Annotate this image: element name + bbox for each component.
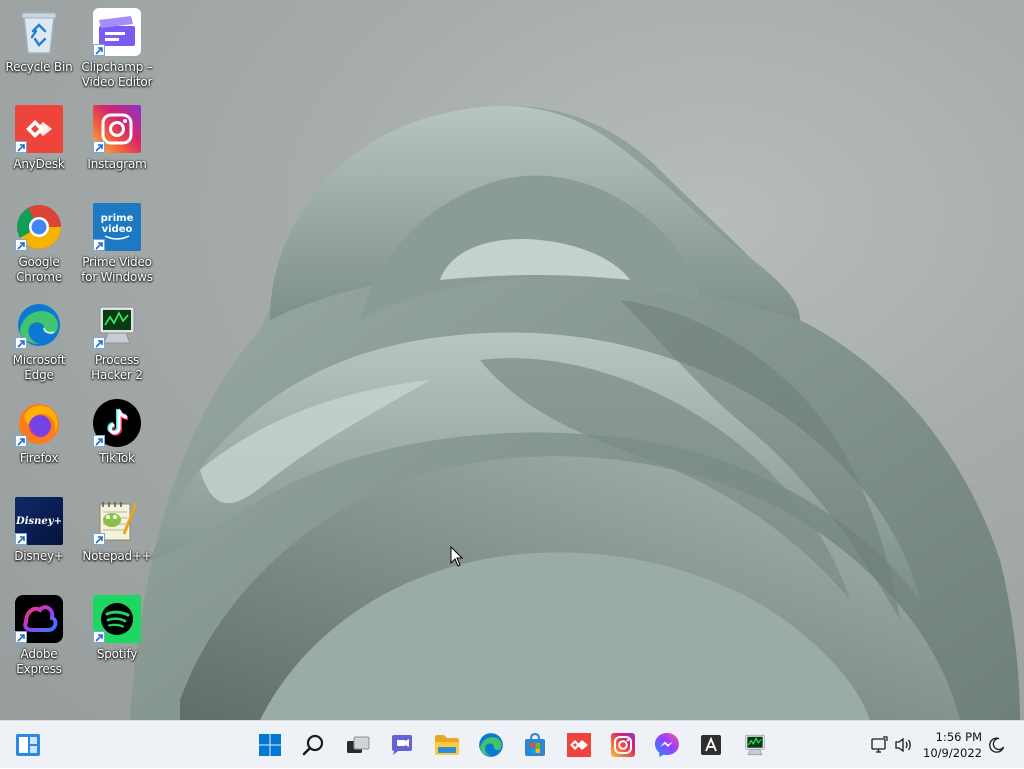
edge-icon <box>15 301 63 349</box>
instagram-icon <box>93 105 141 153</box>
task-view-icon <box>347 736 370 753</box>
speaker-icon <box>895 737 911 753</box>
desktop-icon-label: Process Hacker 2 <box>91 353 143 382</box>
widgets-button[interactable] <box>12 729 44 761</box>
desktop-icon-label: Recycle Bin <box>5 60 73 74</box>
task-view-button[interactable] <box>342 729 374 761</box>
desktop-icon-label: Notepad++ <box>82 549 152 563</box>
desktop-icon-label: Clipchamp – Video Editor <box>81 60 153 89</box>
clock[interactable]: 1:56 PM 10/9/2022 <box>912 729 982 761</box>
focus-assist-button[interactable] <box>986 729 1008 761</box>
disney-plus-icon: Disney+ <box>15 497 63 545</box>
desktop-icon-adobe-express[interactable]: Adobe Express <box>1 595 77 677</box>
shortcut-arrow-icon <box>15 435 27 447</box>
process-hacker-taskbar-button[interactable] <box>739 729 771 761</box>
shortcut-arrow-icon <box>15 533 27 545</box>
anydesk-taskbar-button[interactable] <box>563 729 595 761</box>
desktop-icon-label: Adobe Express <box>16 647 62 676</box>
desktop-icon-clipchamp[interactable]: Clipchamp – Video Editor <box>79 8 155 90</box>
desktop-icon-microsoft-edge[interactable]: Microsoft Edge <box>1 301 77 383</box>
chat-icon <box>392 735 412 755</box>
network-icon <box>871 736 888 753</box>
prime-video-icon: prime video <box>93 203 141 251</box>
desktop-icon-firefox[interactable]: Firefox <box>1 399 77 466</box>
desktop-icon-process-hacker[interactable]: Process Hacker 2 <box>79 301 155 383</box>
tiktok-icon <box>93 399 141 447</box>
desktop-icon-tiktok[interactable]: TikTok <box>79 399 155 466</box>
desktop-icon-label: Google Chrome <box>16 255 62 284</box>
spotify-icon <box>93 595 141 643</box>
moon-icon <box>989 737 1005 753</box>
shortcut-arrow-icon <box>93 44 105 56</box>
desktop-icon-label: TikTok <box>99 451 135 465</box>
store-icon <box>525 733 545 756</box>
folder-icon <box>435 735 459 755</box>
instagram-taskbar-button[interactable] <box>607 729 639 761</box>
desktop-icon-prime-video[interactable]: prime video Prime Video for Windows <box>79 203 155 285</box>
shortcut-arrow-icon <box>15 239 27 251</box>
shortcut-arrow-icon <box>15 631 27 643</box>
desktop-icon-label: AnyDesk <box>13 157 65 171</box>
start-button[interactable] <box>254 729 286 761</box>
desktop-icon-spotify[interactable]: Spotify <box>79 595 155 662</box>
mouse-cursor-icon <box>450 546 464 567</box>
teams-chat-button[interactable] <box>386 729 418 761</box>
instagram-icon <box>611 733 635 757</box>
widgets-icon <box>16 734 40 756</box>
anydesk-icon <box>567 733 591 757</box>
shortcut-arrow-icon <box>93 141 105 153</box>
desktop-icon-disney-plus[interactable]: Disney+ Disney+ <box>1 497 77 564</box>
desktop-icon-label: Disney+ <box>14 549 64 563</box>
shortcut-arrow-icon <box>15 337 27 349</box>
shortcut-arrow-icon <box>93 533 105 545</box>
shortcut-arrow-icon <box>93 435 105 447</box>
desktop-icon-notepad-plus-plus[interactable]: Notepad++ <box>79 497 155 564</box>
search-icon <box>302 734 324 756</box>
taskbar: 1:56 PM 10/9/2022 <box>0 720 1024 768</box>
prime-video-wordmark: prime video <box>100 213 134 235</box>
chrome-icon <box>15 203 63 251</box>
desktop-icon-label: Spotify <box>96 647 138 661</box>
clock-time: 1:56 PM <box>935 730 982 744</box>
edge-icon <box>479 733 503 757</box>
font-a-icon <box>701 735 721 755</box>
font-app-taskbar-button[interactable] <box>695 729 727 761</box>
notepad-plus-plus-icon <box>93 497 141 545</box>
firefox-icon <box>15 399 63 447</box>
edge-taskbar-button[interactable] <box>475 729 507 761</box>
disney-plus-wordmark: Disney+ <box>16 515 62 527</box>
search-button[interactable] <box>298 729 330 761</box>
recycle-bin-icon <box>15 8 63 56</box>
desktop-icon-anydesk[interactable]: AnyDesk <box>1 105 77 172</box>
desktop-icon-label: Instagram <box>87 157 147 171</box>
desktop[interactable]: Recycle Bin Clipchamp – Video Editor Any… <box>0 0 1024 720</box>
desktop-icon-label: Prime Video for Windows <box>81 255 153 284</box>
network-button[interactable] <box>868 734 890 756</box>
clipchamp-icon <box>93 8 141 56</box>
anydesk-icon <box>15 105 63 153</box>
adobe-express-icon <box>15 595 63 643</box>
process-hacker-icon <box>745 734 765 756</box>
desktop-icon-instagram[interactable]: Instagram <box>79 105 155 172</box>
shortcut-arrow-icon <box>15 141 27 153</box>
shortcut-arrow-icon <box>93 239 105 251</box>
shortcut-arrow-icon <box>93 337 105 349</box>
desktop-icon-recycle-bin[interactable]: Recycle Bin <box>1 8 77 75</box>
desktop-icon-label: Firefox <box>19 451 59 465</box>
clock-date: 10/9/2022 <box>923 746 982 760</box>
windows-logo-icon <box>259 734 281 756</box>
desktop-icon-google-chrome[interactable]: Google Chrome <box>1 203 77 285</box>
system-tray <box>868 721 916 769</box>
desktop-icon-label: Microsoft Edge <box>12 353 66 382</box>
microsoft-store-button[interactable] <box>519 729 551 761</box>
file-explorer-button[interactable] <box>431 729 463 761</box>
process-hacker-icon <box>93 301 141 349</box>
messenger-icon <box>655 733 679 757</box>
messenger-taskbar-button[interactable] <box>651 729 683 761</box>
shortcut-arrow-icon <box>93 631 105 643</box>
